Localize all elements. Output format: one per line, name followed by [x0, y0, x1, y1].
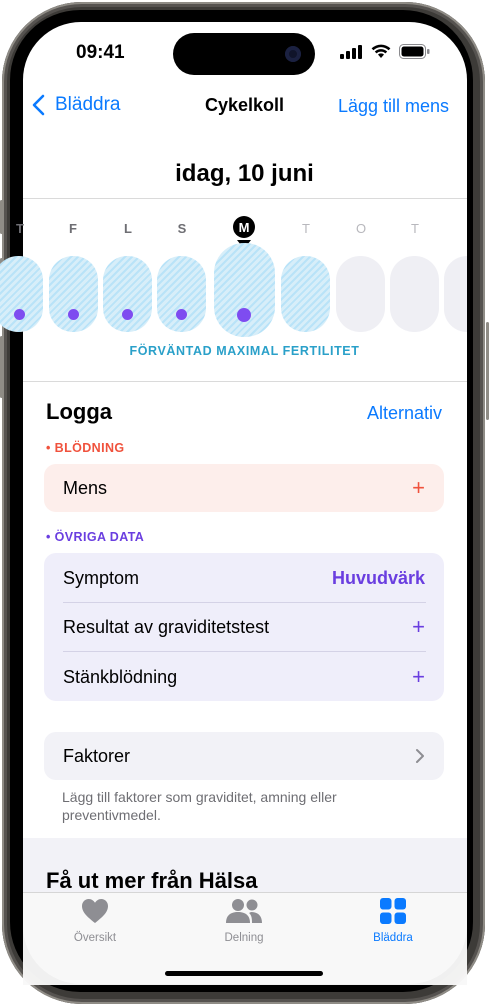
- calendar-day[interactable]: [390, 256, 439, 332]
- period-label: Mens: [63, 477, 108, 498]
- tab-label: Översikt: [73, 932, 117, 944]
- spotting-row[interactable]: Stänkblödning +: [63, 653, 425, 701]
- tab-summary[interactable]: Översikt: [35, 897, 155, 944]
- heart-icon: [82, 899, 108, 923]
- camera-icon: [285, 46, 301, 62]
- row-divider: [63, 651, 426, 652]
- promo-title: Få ut mer från Hälsa: [46, 868, 258, 893]
- calendar-day[interactable]: [103, 256, 152, 332]
- tab-sharing[interactable]: Delning: [184, 897, 304, 944]
- spotting-label: Stänkblödning: [63, 666, 178, 687]
- symptom-label: Symptom: [63, 567, 140, 588]
- bleeding-category: • BLÖDNING: [46, 441, 125, 455]
- period-dot: [176, 309, 187, 320]
- factors-card[interactable]: Faktorer: [44, 732, 444, 780]
- action-button: [0, 200, 3, 234]
- period-dot: [14, 309, 25, 320]
- tab-label: Bläddra: [373, 932, 413, 944]
- tab-label: Delning: [224, 932, 264, 944]
- date-title: idag, 10 juni: [175, 160, 314, 187]
- calendar-day[interactable]: [157, 256, 206, 332]
- day-letter: L: [124, 221, 132, 236]
- dynamic-island: [173, 33, 315, 75]
- bleeding-card: Mens +: [44, 464, 444, 512]
- day-letter: S: [177, 221, 187, 236]
- calendar-day-today[interactable]: [214, 243, 275, 337]
- factors-footnote: Lägg till faktorer som graviditet, amnin…: [62, 789, 337, 823]
- chevron-right-icon: [416, 749, 424, 763]
- period-dot: [237, 308, 251, 322]
- add-spotting-icon[interactable]: +: [412, 666, 425, 688]
- fertility-label: FÖRVÄNTAD MAXIMAL FERTILITET: [129, 344, 360, 358]
- calendar-day[interactable]: [0, 256, 43, 332]
- other-data-card: Symptom Huvudvärk Resultat av graviditet…: [44, 553, 444, 701]
- period-dot: [68, 309, 79, 320]
- day-letter: T: [16, 221, 24, 236]
- day-letter: T: [411, 221, 419, 236]
- grid-icon: [380, 898, 406, 924]
- symptom-value: Huvudvärk: [331, 567, 425, 588]
- today-letter[interactable]: M: [233, 216, 255, 238]
- factors-row[interactable]: Faktorer: [63, 732, 425, 780]
- bleeding-category-label: BLÖDNING: [54, 441, 125, 455]
- calendar-day[interactable]: [281, 256, 330, 332]
- add-period-icon[interactable]: +: [412, 477, 425, 499]
- period-dot: [122, 309, 133, 320]
- battery-icon: [399, 44, 430, 59]
- people-icon: [226, 899, 262, 923]
- other-data-category: • ÖVRIGA DATA: [46, 530, 145, 544]
- add-period-button[interactable]: Lägg till mens: [338, 96, 449, 117]
- status-time: 09:41: [76, 42, 125, 63]
- home-indicator[interactable]: [165, 971, 323, 976]
- pregnancy-test-row[interactable]: Resultat av graviditetstest +: [63, 603, 425, 651]
- add-pregnancy-test-icon[interactable]: +: [412, 616, 425, 638]
- factors-label: Faktorer: [63, 745, 131, 766]
- signal-icon: [340, 45, 362, 59]
- calendar-bottom-divider: [23, 381, 467, 382]
- calendar-top-divider: [23, 198, 467, 199]
- calendar-day[interactable]: [49, 256, 98, 332]
- day-letter: F: [69, 221, 77, 236]
- symptom-row[interactable]: Symptom Huvudvärk: [63, 554, 425, 602]
- log-title: Logga: [46, 399, 112, 424]
- pregnancy-test-label: Resultat av graviditetstest: [63, 616, 270, 637]
- other-data-category-label: ÖVRIGA DATA: [54, 530, 145, 544]
- tab-browse[interactable]: Bläddra: [333, 897, 453, 944]
- calendar-day[interactable]: [336, 256, 385, 332]
- day-letter: T: [302, 221, 310, 236]
- day-letter: O: [355, 221, 367, 236]
- wifi-icon: [371, 44, 391, 58]
- period-row[interactable]: Mens +: [63, 464, 425, 512]
- options-button[interactable]: Alternativ: [367, 403, 442, 424]
- calendar-day[interactable]: [444, 256, 467, 332]
